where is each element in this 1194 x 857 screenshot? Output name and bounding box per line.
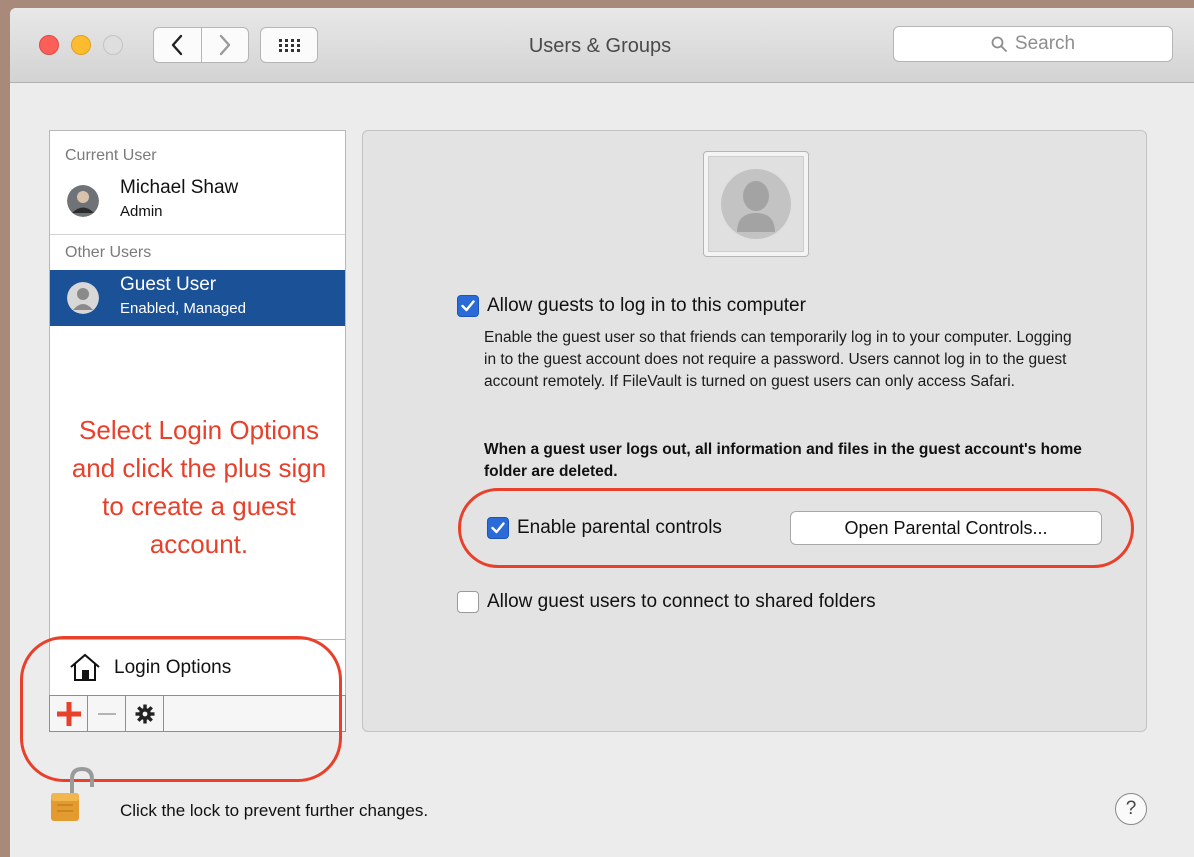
other-users-header: Other Users [65,244,152,261]
divider [50,234,345,235]
guest-avatar-icon [67,282,99,314]
user-avatar-icon [67,185,99,217]
lock-status-text: Click the lock to prevent further change… [120,801,429,820]
show-all-button[interactable] [260,27,318,63]
allow-guests-checkbox[interactable] [457,295,479,317]
back-button[interactable] [154,28,201,62]
back-chevron-icon [172,34,183,56]
forward-chevron-icon [219,34,230,56]
minimize-button[interactable] [71,35,91,55]
user-silhouette-icon [721,169,791,239]
parental-controls-highlight [458,488,1134,568]
users-sidebar: Current User Michael Shaw Admin Other Us… [49,130,346,641]
guest-description: Enable the guest user so that friends ca… [484,329,1072,390]
allow-guests-label: Allow guests to log in to this computer [487,295,806,316]
login-options-highlight [20,636,342,782]
guest-settings-panel: Allow guests to log in to this computer … [362,130,1147,732]
help-button[interactable]: ? [1115,793,1147,825]
instruction-annotation: Select Login Options and click the plus … [71,415,327,559]
current-user-header: Current User [65,147,157,164]
titlebar: Users & Groups Search [10,8,1194,83]
guest-user-status: Enabled, Managed [120,300,246,317]
current-user-row[interactable]: Michael Shaw Admin [50,173,345,229]
search-input[interactable]: Search [893,26,1173,62]
zoom-button[interactable] [103,35,123,55]
help-icon: ? [1125,798,1137,819]
current-user-name: Michael Shaw [120,177,239,198]
checkmark-icon [461,300,475,312]
guest-user-row[interactable]: Guest User Enabled, Managed [50,270,345,326]
unlocked-padlock-icon [51,766,94,821]
nav-buttons [153,27,249,63]
close-button[interactable] [39,35,59,55]
grid-icon [279,39,300,52]
shared-folders-label: Allow guest users to connect to shared f… [487,591,876,612]
users-groups-window: Users & Groups Search Current User Micha… [10,8,1194,857]
search-placeholder: Search [1014,33,1076,54]
guest-picture [708,156,804,252]
current-user-role: Admin [120,203,163,220]
shared-folders-checkbox[interactable] [457,591,479,613]
search-icon [991,36,1007,52]
forward-button[interactable] [200,28,249,62]
guest-picture-well[interactable] [703,151,809,257]
window-title: Users & Groups [528,35,672,57]
lock-button[interactable] [48,765,96,825]
guest-user-name: Guest User [120,274,217,295]
guest-warning: When a guest user logs out, all informat… [484,441,1082,480]
